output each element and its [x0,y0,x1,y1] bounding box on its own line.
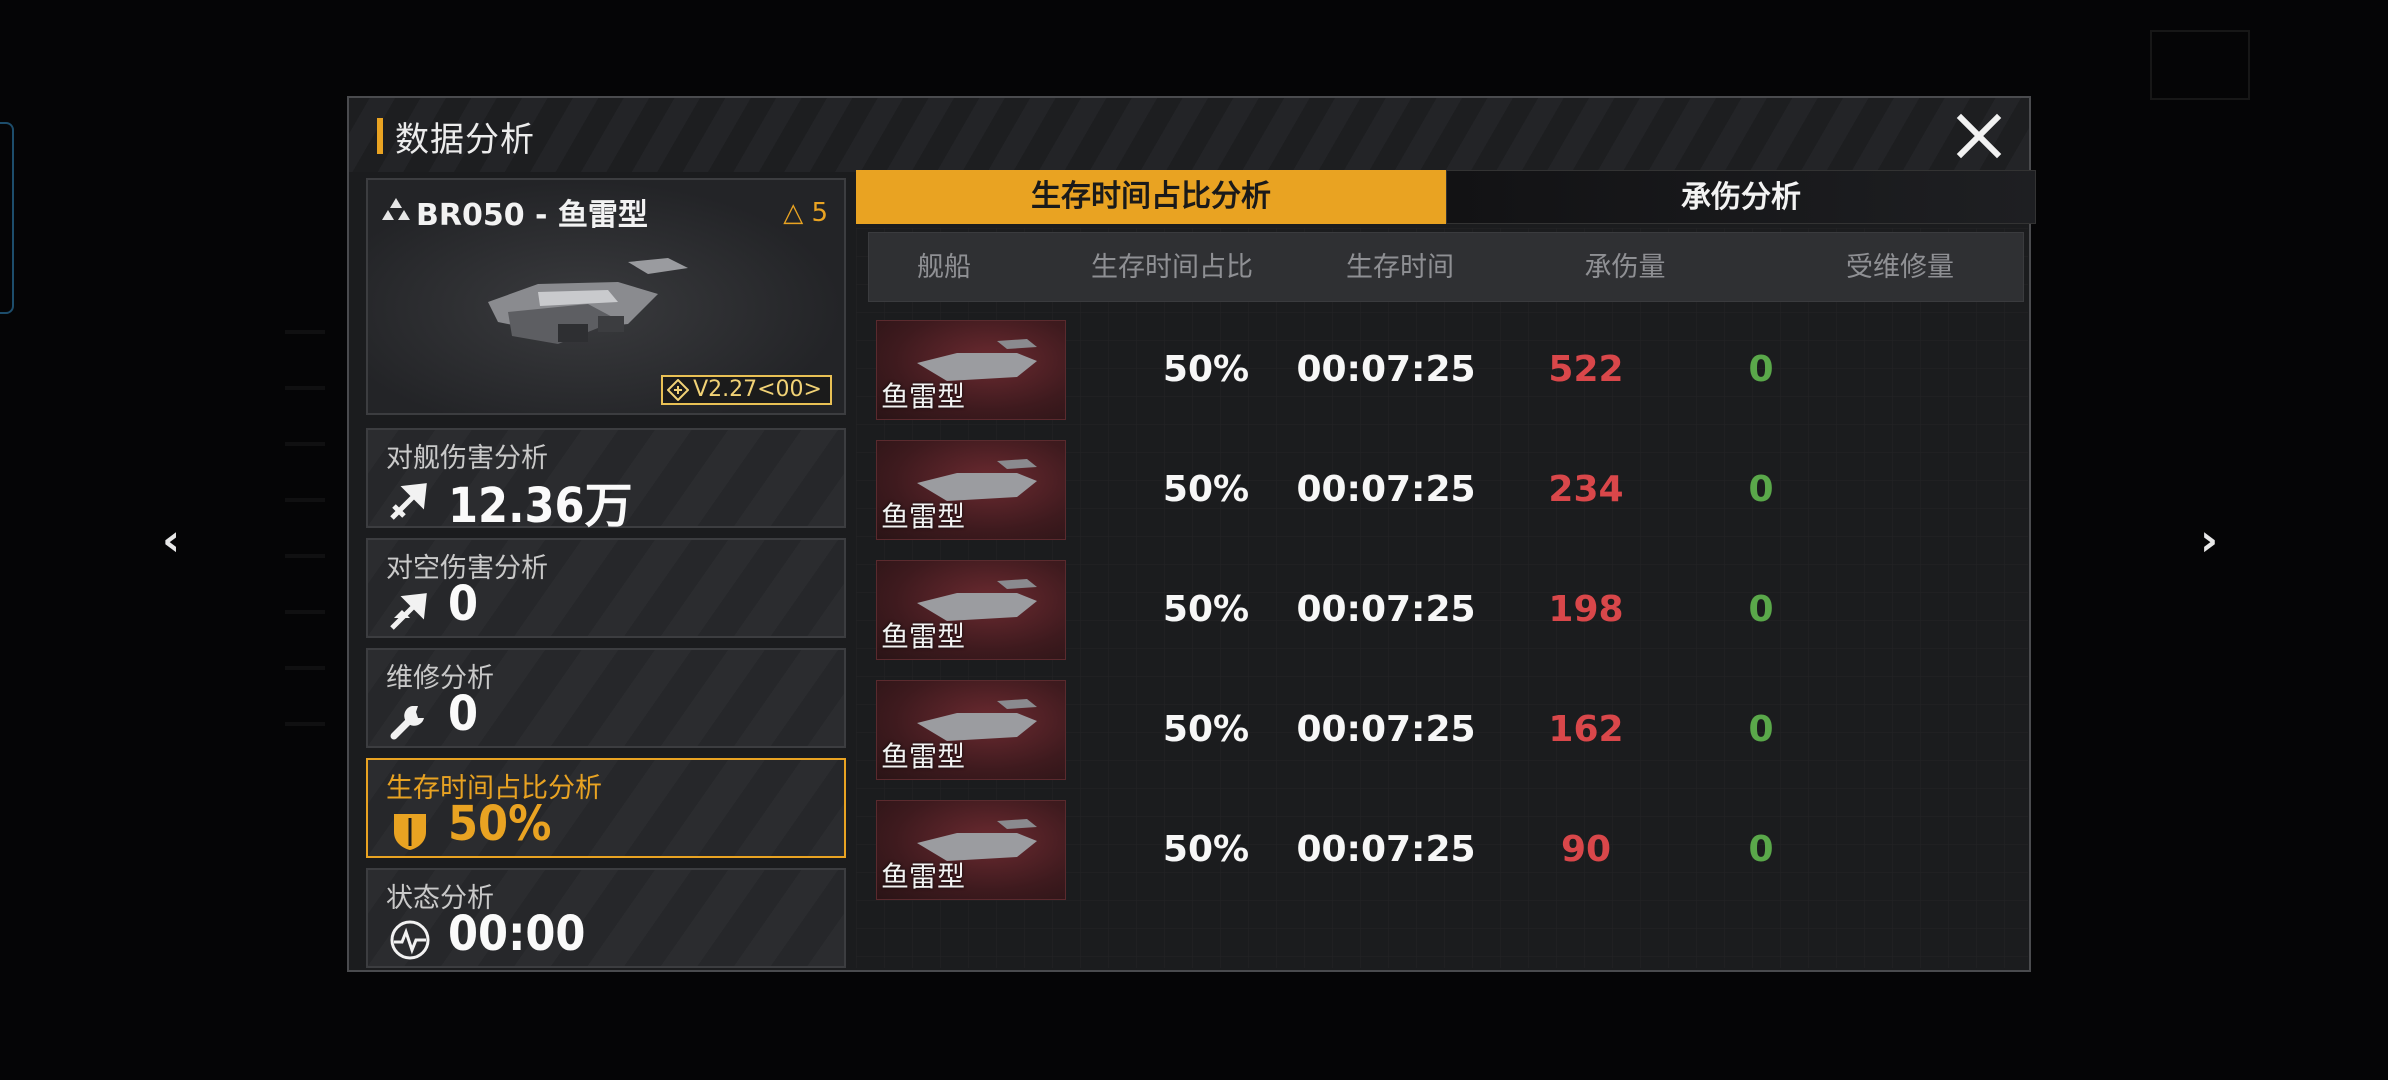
row-ship-thumbnail[interactable]: 鱼雷型 [876,680,1066,780]
row-ship-name: 鱼雷型 [881,620,966,653]
cell-survival-time: 00:07:25 [1296,709,1476,750]
rarity-icon [382,198,410,220]
anti-ship-damage-icon [390,483,427,520]
row-ship-thumbnail[interactable]: 鱼雷型 [876,320,1066,420]
stat-card-survival-time[interactable]: 生存时间占比分析 50% [366,758,846,858]
col-header-survival-time: 生存时间 [1346,252,1454,283]
stat-value: 0 [448,686,479,742]
cell-repair-received: 0 [1748,829,1774,870]
row-ship-name: 鱼雷型 [881,860,966,893]
stat-card-status[interactable]: 状态分析 00:00 [366,868,846,968]
table-row: 鱼雷型 50% 00:07:25 522 0 [856,320,2028,420]
cell-damage-taken: 162 [1548,709,1624,750]
col-header-ship: 舰船 [917,252,971,283]
tab-damage-taken[interactable]: 承伤分析 [1446,170,2036,224]
status-pulse-icon [390,920,430,960]
stat-value: 0 [448,576,479,632]
stat-value: 00:00 [448,906,586,962]
stat-card-anti-ship-damage[interactable]: 对舰伤害分析 12.36万 [366,428,846,534]
prev-arrow-button[interactable]: ‹ [162,515,180,566]
background-list-lines [285,330,345,930]
cell-survival-ratio: 50% [1162,469,1250,510]
version-label: V2.27<00> [693,377,822,402]
cell-survival-time: 00:07:25 [1296,349,1476,390]
analysis-table: 舰船 生存时间占比 生存时间 承伤量 受维修量 鱼雷型 50% 00:07:25… [856,228,2028,968]
cell-repair-received: 0 [1748,349,1774,390]
wrench-icon [390,706,424,740]
stat-value: 50% [448,796,552,852]
data-analysis-dialog: 数据分析 BR050 - 鱼雷型 △ 5 V2.27<00> 对舰伤害分析 12… [347,96,2036,972]
row-ship-thumbnail[interactable]: 鱼雷型 [876,800,1066,900]
stat-card-repair[interactable]: 维修分析 0 [366,648,846,748]
dialog-header: 数据分析 [349,98,2029,172]
cell-survival-time: 00:07:25 [1296,829,1476,870]
col-header-repair-received: 受维修量 [1846,252,1954,283]
cell-repair-received: 0 [1748,469,1774,510]
row-ship-thumbnail[interactable]: 鱼雷型 [876,560,1066,660]
table-row: 鱼雷型 50% 00:07:25 198 0 [856,560,2028,660]
table-row: 鱼雷型 50% 00:07:25 162 0 [856,680,2028,780]
cell-damage-taken: 198 [1548,589,1624,630]
stat-value: 12.36万 [448,478,633,534]
title-accent-bar [377,118,383,154]
table-row: 鱼雷型 50% 00:07:25 90 0 [856,800,2028,900]
ship-image [488,258,688,344]
ship-card: BR050 - 鱼雷型 △ 5 V2.27<00> [366,178,846,415]
row-ship-name: 鱼雷型 [881,380,966,413]
anti-air-damage-icon [390,593,427,630]
cell-damage-taken: 234 [1548,469,1624,510]
cell-survival-ratio: 50% [1162,349,1250,390]
row-ship-thumbnail[interactable]: 鱼雷型 [876,440,1066,540]
cell-survival-ratio: 50% [1162,829,1250,870]
version-diamond-icon [667,379,690,401]
cell-repair-received: 0 [1748,589,1774,630]
cell-damage-taken: 90 [1560,829,1612,870]
analysis-tabs: 生存时间占比分析 承伤分析 [856,170,2036,224]
col-header-survival-ratio: 生存时间占比 [1091,252,1253,283]
cell-survival-ratio: 50% [1162,709,1250,750]
shield-icon [394,814,426,850]
cell-survival-time: 00:07:25 [1296,589,1476,630]
row-ship-name: 鱼雷型 [881,500,966,533]
table-header: 舰船 生存时间占比 生存时间 承伤量 受维修量 [868,232,2024,302]
col-header-damage-taken: 承伤量 [1584,252,1666,283]
tab-survival-time-ratio[interactable]: 生存时间占比分析 [856,170,1446,224]
table-row: 鱼雷型 50% 00:07:25 234 0 [856,440,2028,540]
ship-level: △ 5 [783,198,828,228]
background-top-bar [430,0,1980,86]
cell-damage-taken: 522 [1548,349,1624,390]
version-badge: V2.27<00> [661,375,832,405]
cell-survival-time: 00:07:25 [1296,469,1476,510]
background-left-panel-edge [0,122,14,314]
dialog-title: 数据分析 [395,120,535,160]
next-arrow-button[interactable]: › [2200,515,2218,566]
ship-name: BR050 - 鱼雷型 [416,198,648,233]
stat-card-anti-air-damage[interactable]: 对空伤害分析 0 [366,538,846,638]
background-close-frame [2150,30,2250,100]
cell-repair-received: 0 [1748,709,1774,750]
close-button[interactable] [1951,108,2007,164]
close-icon [1956,113,2002,159]
cell-survival-ratio: 50% [1162,589,1250,630]
row-ship-name: 鱼雷型 [881,740,966,773]
